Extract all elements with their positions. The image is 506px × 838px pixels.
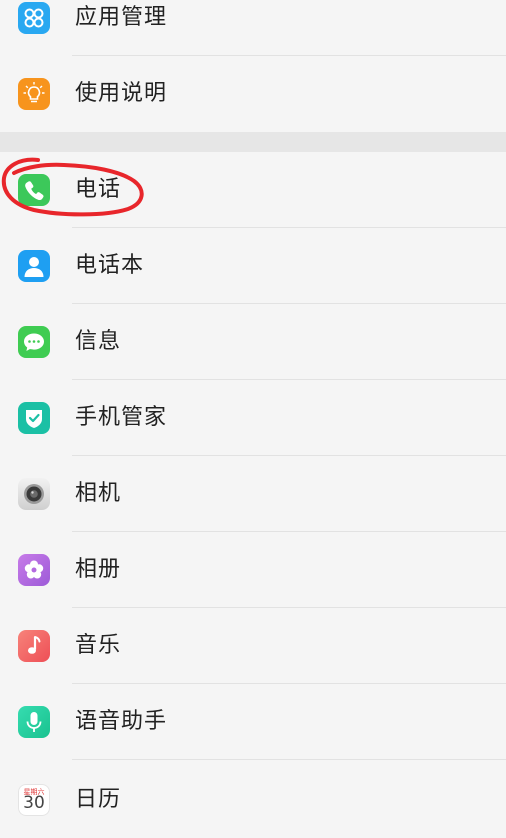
music-note-icon (18, 630, 50, 662)
list-item-gallery[interactable]: 相册 (0, 532, 506, 608)
shield-check-icon (18, 402, 50, 434)
list-item-calendar[interactable]: 星期六 30 日历 (0, 762, 506, 838)
list-item-label: 日历 (75, 787, 122, 812)
list-item-instructions[interactable]: 使用说明 (0, 56, 506, 132)
list-item-label: 语音助手 (75, 709, 168, 734)
list-item-messages[interactable]: 信息 (0, 304, 506, 380)
flower-icon (18, 554, 50, 586)
lightbulb-icon (18, 78, 50, 110)
list-item-camera[interactable]: 相机 (0, 456, 506, 532)
app-management-icon (18, 2, 50, 34)
microphone-icon (18, 706, 50, 738)
list-item-label: 音乐 (75, 633, 122, 658)
contacts-icon (18, 250, 50, 282)
list-item-phone[interactable]: 电话 (0, 152, 506, 228)
list-item-label: 相机 (75, 481, 122, 506)
list-item-music[interactable]: 音乐 (0, 608, 506, 684)
list-item-label: 相册 (75, 557, 122, 582)
divider (72, 759, 506, 760)
list-item-label: 手机管家 (75, 405, 168, 430)
calendar-icon: 星期六 30 (18, 784, 50, 816)
section-separator (0, 132, 506, 152)
list-item-label: 应用管理 (75, 5, 168, 30)
list-item-label: 电话本 (75, 253, 145, 278)
list-item-label: 信息 (75, 329, 122, 354)
list-item-label: 使用说明 (75, 81, 168, 106)
calendar-day: 30 (23, 793, 45, 813)
camera-icon (18, 478, 50, 510)
message-icon (18, 326, 50, 358)
list-item-label: 电话 (75, 177, 122, 202)
list-item-app-management[interactable]: 应用管理 (0, 0, 506, 56)
phone-icon (18, 174, 50, 206)
list-item-voice-assistant[interactable]: 语音助手 (0, 684, 506, 760)
list-item-phone-manager[interactable]: 手机管家 (0, 380, 506, 456)
list-item-contacts[interactable]: 电话本 (0, 228, 506, 304)
